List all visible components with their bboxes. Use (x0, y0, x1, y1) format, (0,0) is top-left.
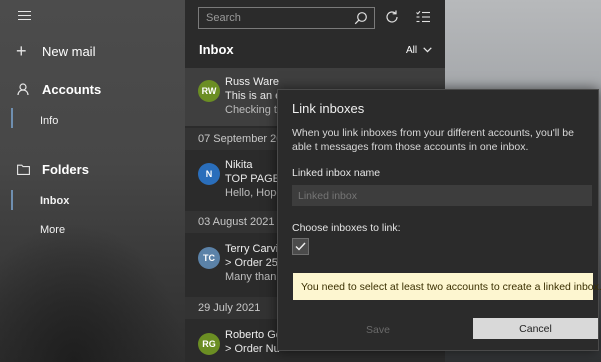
message-preview: Checking to (225, 104, 284, 116)
message-preview: Many thank (225, 271, 282, 283)
person-icon (16, 83, 30, 96)
select-mode-icon[interactable] (415, 9, 433, 27)
linked-inbox-name-field[interactable] (292, 185, 592, 206)
folder-item-inbox[interactable]: Inbox (40, 195, 69, 207)
link-inboxes-dialog: Link inboxes When you link inboxes from … (277, 89, 601, 351)
message-subject: > Order Nu (225, 343, 280, 355)
mail-window: + New mail Accounts Info Folders Inbox M… (0, 0, 601, 362)
avatar: RG (198, 333, 220, 355)
folders-label: Folders (42, 162, 89, 177)
avatar: N (198, 163, 220, 185)
message-sender: Roberto Ge (225, 329, 282, 341)
save-button[interactable]: Save (338, 320, 418, 340)
folder-icon (16, 164, 30, 175)
message-sender: Russ Ware (225, 76, 279, 88)
new-mail-label: New mail (42, 43, 96, 59)
search-box[interactable]: Search (198, 7, 375, 29)
inbox-selection-indicator (11, 190, 13, 210)
accounts-label: Accounts (42, 82, 102, 97)
message-preview: Hello, Hope (225, 187, 283, 199)
message-subject: This is an e (225, 90, 282, 102)
date-group-label: 07 September 20 (198, 133, 283, 145)
message-sender: Nikita (225, 159, 253, 171)
dialog-title: Link inboxes (292, 101, 365, 116)
avatar: TC (198, 247, 220, 269)
account-info-item[interactable]: Info (40, 115, 58, 127)
account-checkbox[interactable] (292, 238, 309, 255)
folder-item-more[interactable]: More (40, 224, 65, 236)
accounts-selection-indicator (11, 108, 13, 128)
accounts-section[interactable]: Accounts (16, 82, 101, 97)
chevron-down-icon (423, 45, 432, 56)
date-group-label: 29 July 2021 (198, 302, 261, 314)
sync-icon[interactable] (384, 9, 402, 27)
linked-inbox-name-label: Linked inbox name (292, 167, 381, 179)
plus-icon: + (16, 41, 27, 61)
search-icon[interactable] (354, 11, 368, 30)
avatar: RW (198, 80, 220, 102)
dialog-description: When you link inboxes from your differen… (292, 127, 574, 153)
message-subject: > Order 25 (225, 257, 278, 269)
search-input[interactable]: Search (206, 12, 241, 24)
filter-label: All (406, 45, 418, 56)
checkmark-icon (295, 238, 306, 256)
new-mail-button[interactable]: + New mail (16, 41, 95, 61)
cancel-button[interactable]: Cancel (473, 318, 598, 339)
warning-banner: You need to select at least two accounts… (293, 273, 601, 300)
dialog-footer: Save Cancel (278, 313, 598, 350)
message-sender: Terry Carvil (225, 243, 281, 255)
filter-dropdown[interactable]: All (406, 45, 432, 56)
folders-section[interactable]: Folders (16, 162, 89, 177)
choose-inboxes-label: Choose inboxes to link: (292, 222, 401, 234)
date-group-label: 03 August 2021 (198, 216, 275, 228)
message-list-title: Inbox (199, 42, 234, 57)
hamburger-menu-icon[interactable] (18, 11, 31, 22)
